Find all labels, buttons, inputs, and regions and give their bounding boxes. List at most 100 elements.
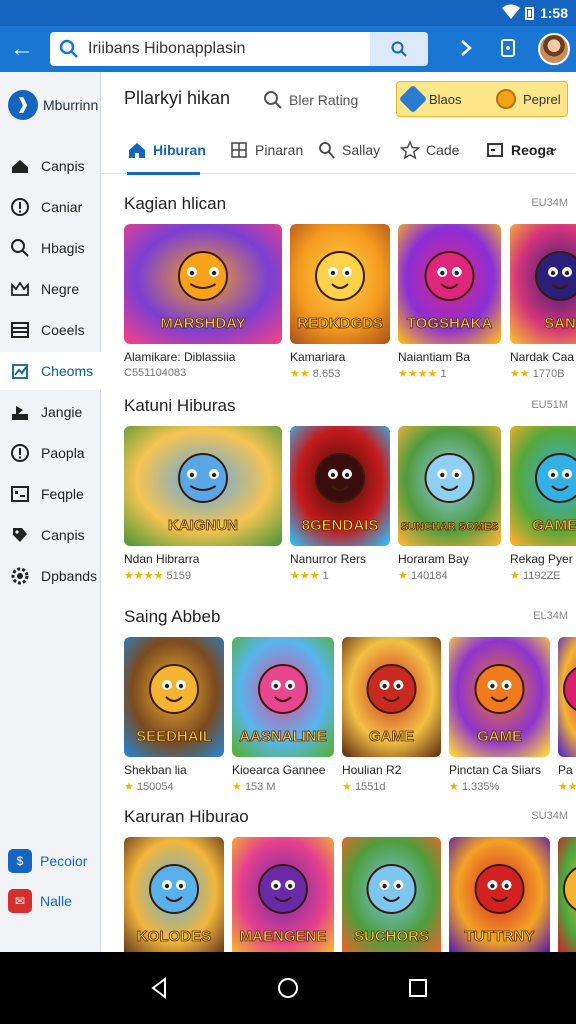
tab-sallay[interactable]: Sallay	[316, 128, 380, 174]
sidebar-item-label: Nalle	[40, 893, 72, 909]
game-artwork[interactable]: SUCHORS	[342, 837, 441, 952]
game-artwork[interactable]: SEEDHAIL	[124, 637, 224, 757]
game-artwork[interactable]: MARSHDAY	[124, 224, 282, 344]
game-art-title: KOLODES	[137, 928, 211, 945]
mail-icon: ✉	[8, 889, 32, 913]
game-artwork[interactable]	[558, 637, 576, 757]
tag-icon	[13, 528, 27, 542]
game-rating: ★★★★ 5159	[124, 569, 191, 582]
avatar[interactable]	[538, 33, 570, 65]
game-art-title: GAMER	[532, 517, 576, 534]
image-icon	[11, 486, 29, 502]
rating-stars: ★	[398, 570, 408, 582]
game-name[interactable]: Nanurror Rers	[290, 552, 366, 566]
game-art-title: KAIGNUN	[168, 517, 238, 534]
game-artwork[interactable]: GAMER	[510, 426, 576, 546]
game-name[interactable]: Naiantiam Ba	[398, 350, 470, 364]
sidebar-item-feqple[interactable]: Feqple	[0, 475, 101, 513]
game-name[interactable]: Shekban lia	[124, 763, 187, 777]
info-icon	[11, 444, 29, 462]
game-artwork[interactable]: SUNCHAR SOMES	[398, 426, 501, 546]
back-icon[interactable]	[147, 976, 171, 1000]
tab-hiburan[interactable]: Hiburan	[127, 128, 206, 175]
home-icon	[12, 160, 28, 173]
sidebar-item-dpbands[interactable]: Dpbands	[0, 557, 101, 595]
sidebar-item-label: Negre	[41, 281, 80, 297]
game-name[interactable]: Nardak Caa	[510, 350, 574, 364]
sidebar-item-canpis[interactable]: Canpis	[0, 516, 101, 554]
game-artwork[interactable]: REDKDGDS	[290, 224, 390, 344]
game-artwork[interactable]: TOGSHAKA	[398, 224, 501, 344]
star-icon	[400, 140, 420, 160]
status-bar: 1:58	[0, 0, 576, 26]
brand-name: Mburrinn	[43, 97, 99, 113]
sidebar-item-mail[interactable]: ✉ Nalle	[0, 886, 101, 916]
home-icon[interactable]	[276, 976, 300, 1000]
section-meta: SU34M	[531, 810, 568, 822]
game-artwork[interactable]: 8GENDAIS	[290, 426, 390, 546]
sidebar-item-label: Canpis	[41, 527, 85, 543]
gem-icon	[398, 84, 428, 114]
game-artwork[interactable]: GAME	[342, 637, 441, 757]
game-artwork[interactable]: GAME	[449, 637, 550, 757]
sidebar-item-canpis[interactable]: Canpis	[0, 147, 101, 185]
rating-filter[interactable]: Bler Rating	[263, 90, 358, 115]
tab-label: Hiburan	[153, 142, 206, 158]
game-art-title: 8GENDAIS	[302, 517, 379, 534]
sidebar-item-coeels[interactable]: Coeels	[0, 311, 101, 349]
game-art-title: MAENGENE	[240, 928, 327, 945]
rating-stars: ★	[124, 781, 134, 793]
sidebar-item-payment[interactable]: $ Pecoior	[0, 846, 101, 876]
sidebar-item-caniar[interactable]: Caniar	[0, 188, 101, 226]
game-artwork[interactable]: KAIGNUN	[124, 426, 282, 546]
sidebar-item-label: Caniar	[41, 199, 83, 215]
share-icon[interactable]	[498, 38, 518, 58]
sidebar-item-negre[interactable]: Negre	[0, 270, 101, 308]
sidebar-item-cheoms[interactable]: Cheoms	[0, 352, 101, 390]
sidebar-item-hbagis[interactable]: Hbagis	[0, 229, 101, 267]
game-name[interactable]: Ndan Hibrarra	[124, 552, 199, 566]
game-rating: ★★ 8.653	[290, 367, 340, 380]
game-name[interactable]: Pa	[558, 763, 573, 777]
tab-bar: Hiburan Pinaran Sallay Cade Reoga ⌄	[101, 128, 576, 175]
game-artwork[interactable]: SAN	[510, 224, 576, 344]
game-rating: C551104083	[124, 367, 186, 379]
game-name[interactable]: Pinctan Ca Siiars	[449, 763, 541, 777]
section-title: Katuni Hiburas	[124, 396, 236, 415]
tab-reoga-dropdown[interactable]: Reoga ⌄	[485, 128, 561, 174]
tab-pinaran[interactable]: Pinaran	[229, 128, 303, 174]
sidebar-item-label: Coeels	[41, 322, 85, 338]
sidebar-item-jangie[interactable]: Jangie	[0, 393, 101, 431]
search-bar[interactable]: Iriibans Hibonapplasin	[50, 32, 428, 66]
game-name[interactable]: Alamikare: Diblassiia	[124, 350, 235, 364]
tab-cade[interactable]: Cade	[400, 128, 459, 174]
game-artwork[interactable]	[558, 837, 576, 952]
search-button[interactable]	[370, 32, 428, 66]
sidebar-item-paopla[interactable]: Paopla	[0, 434, 101, 472]
battery-icon	[525, 7, 534, 20]
recents-icon[interactable]	[406, 976, 430, 1000]
game-artwork[interactable]: MAENGENE	[232, 837, 334, 952]
section-meta: EL34M	[533, 610, 568, 622]
game-name[interactable]: Kioearca Gannee	[232, 763, 325, 777]
chevron-down-icon: ⌄	[549, 140, 560, 154]
rating-stars: ★★★	[290, 570, 320, 582]
system-navigation-bar	[0, 952, 576, 1024]
game-section: Karuran Hiburao SU34M KOLODES MAENGENE SUC…	[101, 807, 576, 952]
game-name[interactable]: Horaram Bay	[398, 552, 469, 566]
dropdown-box-icon	[487, 143, 503, 157]
game-artwork[interactable]: TUTTRNY	[449, 837, 550, 952]
coins-panel[interactable]: Blaos Peprel	[396, 81, 568, 117]
game-name[interactable]: Houlian R2	[342, 763, 401, 777]
back-arrow-icon[interactable]: ←	[8, 35, 36, 63]
game-art-title: SUCHORS	[354, 928, 429, 945]
rating-stars: ★	[510, 570, 520, 582]
game-name[interactable]: Rekag Pyer	[510, 552, 573, 566]
game-artwork[interactable]: KOLODES	[124, 837, 224, 952]
chevron-right-icon[interactable]	[456, 38, 476, 58]
game-name[interactable]: Kamariara	[290, 350, 345, 364]
game-meta: 153 M	[244, 781, 276, 793]
game-artwork[interactable]: AASNALINE	[232, 637, 334, 757]
game-rating: ★ 140184	[398, 569, 448, 582]
search-input[interactable]: Iriibans Hibonapplasin	[88, 40, 245, 58]
